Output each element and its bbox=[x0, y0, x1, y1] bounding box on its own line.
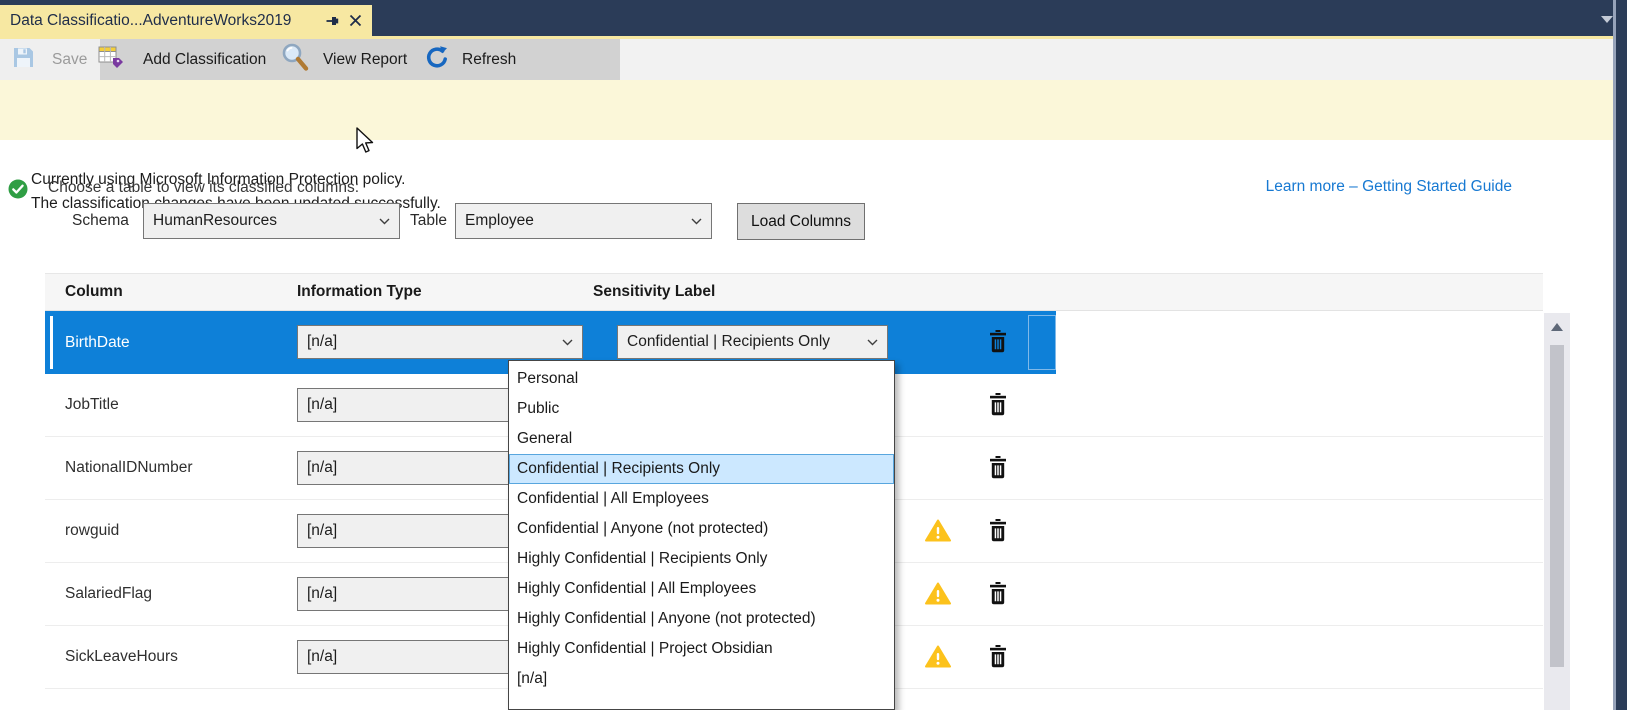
header-sensitivity-label: Sensitivity Label bbox=[593, 283, 715, 301]
add-classification-button[interactable] bbox=[98, 39, 126, 80]
sensitivity-option[interactable]: Personal bbox=[509, 364, 894, 394]
sensitivity-dropdown-list: Personal Public General Confidential | R… bbox=[508, 360, 895, 710]
magnifier-icon bbox=[280, 42, 310, 77]
information-type-select[interactable]: [n/a] bbox=[297, 325, 583, 359]
sensitivity-option[interactable]: Public bbox=[509, 394, 894, 424]
header-column: Column bbox=[65, 283, 123, 301]
data-classification-window: Data Classificatio...AdventureWorks2019 bbox=[0, 0, 1627, 710]
warning-triangle-icon bbox=[925, 582, 951, 610]
header-information-type: Information Type bbox=[297, 283, 422, 301]
load-columns-button[interactable]: Load Columns bbox=[737, 203, 865, 240]
close-icon[interactable] bbox=[349, 14, 362, 27]
document-tab-strip: Data Classificatio...AdventureWorks2019 bbox=[0, 0, 1627, 36]
row-selection-bar bbox=[50, 316, 53, 369]
sensitivity-option[interactable]: Highly Confidential | All Employees bbox=[509, 574, 894, 604]
save-button[interactable] bbox=[12, 39, 35, 80]
delete-button[interactable] bbox=[988, 330, 1008, 358]
sensitivity-option[interactable]: [n/a] bbox=[509, 664, 894, 694]
sensitivity-label-value: Confidential | Recipients Only bbox=[627, 333, 861, 351]
chevron-down-icon bbox=[379, 218, 390, 225]
scroll-up-icon[interactable] bbox=[1551, 323, 1563, 331]
delete-button[interactable] bbox=[988, 519, 1008, 547]
information-type-value: [n/a] bbox=[307, 333, 556, 351]
tab-title: Data Classificatio...AdventureWorks2019 bbox=[10, 12, 317, 30]
column-name: JobTitle bbox=[65, 396, 119, 414]
schema-select[interactable]: HumanResources bbox=[143, 203, 400, 239]
save-label: Save bbox=[52, 51, 87, 69]
warning-triangle-icon bbox=[925, 519, 951, 547]
table-value: Employee bbox=[465, 212, 685, 230]
sensitivity-option[interactable]: General bbox=[509, 424, 894, 454]
view-report-label: View Report bbox=[323, 51, 407, 69]
column-name: BirthDate bbox=[65, 334, 130, 352]
delete-button[interactable] bbox=[988, 645, 1008, 673]
schema-label: Schema bbox=[72, 212, 129, 230]
grid-header: Column Information Type Sensitivity Labe… bbox=[45, 273, 1543, 311]
warning-triangle-icon bbox=[925, 645, 951, 673]
green-check-icon bbox=[8, 179, 28, 204]
table-label: Table bbox=[410, 212, 447, 230]
learn-more-link[interactable]: Learn more – Getting Started Guide bbox=[1266, 178, 1512, 196]
chevron-down-icon bbox=[691, 218, 702, 225]
floppy-disk-icon bbox=[12, 46, 35, 74]
choose-table-label: Choose a table to view its classified co… bbox=[48, 179, 359, 197]
sensitivity-option[interactable]: Highly Confidential | Project Obsidian bbox=[509, 634, 894, 664]
table-tag-icon bbox=[98, 44, 126, 75]
window-edge bbox=[1613, 0, 1627, 710]
column-name: SalariedFlag bbox=[65, 585, 152, 603]
vertical-scrollbar[interactable] bbox=[1544, 313, 1570, 710]
sensitivity-label-select[interactable]: Confidential | Recipients Only bbox=[617, 325, 888, 359]
add-classification-label: Add Classification bbox=[143, 51, 266, 69]
row-focus-box bbox=[1028, 315, 1056, 370]
mouse-cursor bbox=[352, 126, 376, 159]
refresh-icon bbox=[425, 45, 450, 75]
sensitivity-option[interactable]: Confidential | Recipients Only bbox=[509, 454, 894, 484]
column-name: NationalIDNumber bbox=[65, 459, 193, 477]
column-name: rowguid bbox=[65, 522, 119, 540]
scrollbar-thumb[interactable] bbox=[1550, 345, 1564, 667]
chevron-down-icon bbox=[867, 339, 878, 346]
toolbar: Save Add Classification bbox=[0, 39, 1616, 80]
status-banner: Currently using Microsoft Information Pr… bbox=[0, 80, 1616, 140]
table-select[interactable]: Employee bbox=[455, 203, 712, 239]
refresh-button[interactable] bbox=[425, 39, 450, 80]
column-name: SickLeaveHours bbox=[65, 648, 178, 666]
sensitivity-option[interactable]: Highly Confidential | Recipients Only bbox=[509, 544, 894, 574]
sensitivity-option[interactable]: Confidential | All Employees bbox=[509, 484, 894, 514]
sensitivity-option[interactable]: Confidential | Anyone (not protected) bbox=[509, 514, 894, 544]
load-columns-label: Load Columns bbox=[751, 213, 851, 231]
tab-data-classification[interactable]: Data Classificatio...AdventureWorks2019 bbox=[0, 5, 372, 36]
delete-button[interactable] bbox=[988, 456, 1008, 484]
refresh-label: Refresh bbox=[462, 51, 516, 69]
view-report-button[interactable] bbox=[280, 39, 310, 80]
schema-value: HumanResources bbox=[153, 212, 373, 230]
delete-button[interactable] bbox=[988, 582, 1008, 610]
delete-button[interactable] bbox=[988, 393, 1008, 421]
pin-icon[interactable] bbox=[326, 14, 340, 28]
sensitivity-option[interactable]: Highly Confidential | Anyone (not protec… bbox=[509, 604, 894, 634]
chevron-down-icon bbox=[562, 339, 573, 346]
tab-list-dropdown-icon[interactable] bbox=[1601, 16, 1613, 23]
